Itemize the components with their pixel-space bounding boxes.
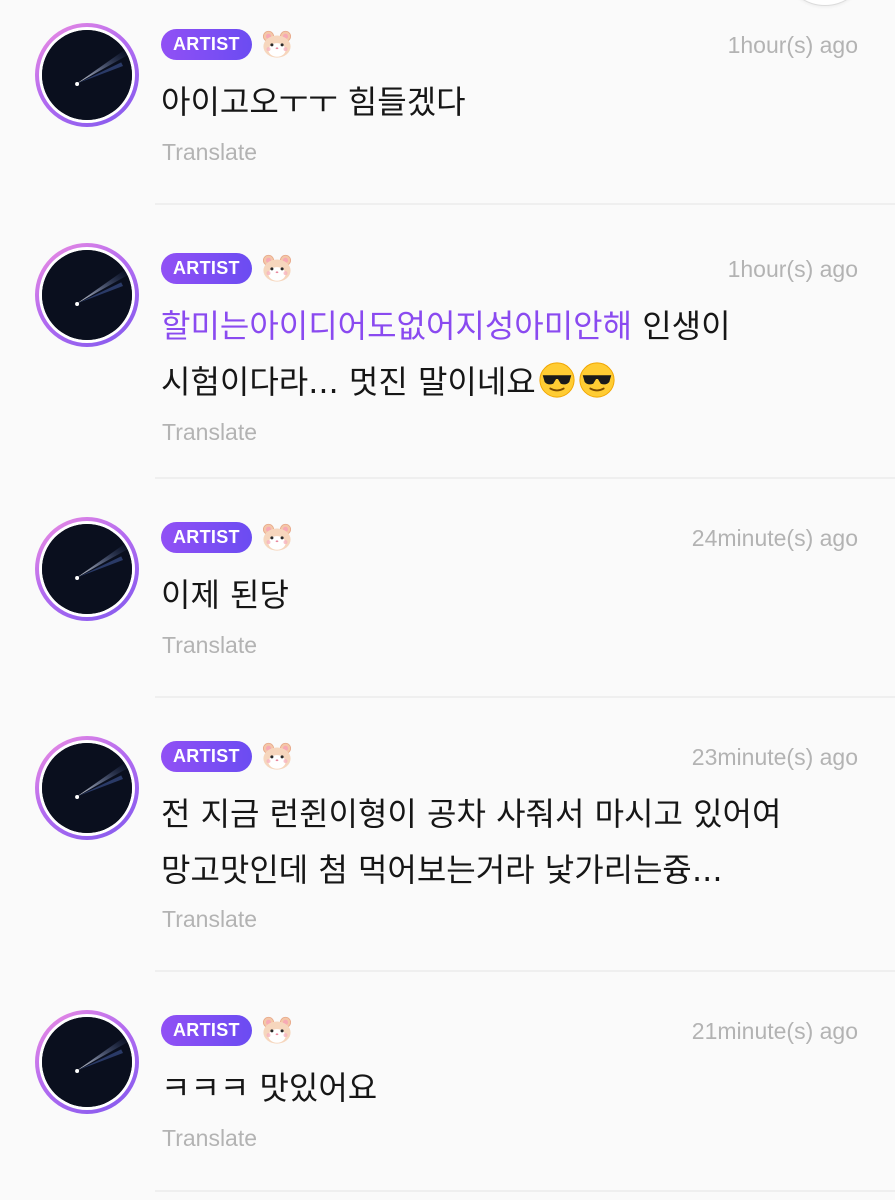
artist-badge: ARTIST	[161, 741, 252, 772]
translate-link[interactable]: Translate	[162, 137, 257, 167]
hamster-icon	[260, 739, 294, 773]
sunglasses-emoji-icon	[538, 361, 576, 399]
artist-badge: ARTIST	[161, 29, 252, 60]
comment-item: ARTIST 1hour(s) ago 아이고오ㅜㅜ 힘들겠다 Translat…	[0, 0, 895, 205]
comment-timestamp: 24minute(s) ago	[691, 525, 858, 551]
comment-header: ARTIST 1hour(s) ago	[161, 251, 858, 287]
avatar[interactable]	[35, 1010, 139, 1114]
comment-text: 전 지금 런쥔이형이 공차 사줘서 마시고 있어여 망고맛인데 첨 먹어보는거라…	[161, 795, 782, 889]
avatar-photo	[42, 30, 132, 120]
translate-link[interactable]: Translate	[162, 1123, 257, 1153]
comment-timestamp: 1hour(s) ago	[727, 32, 858, 58]
sunglasses-emoji-icon	[578, 361, 616, 399]
artist-badge: ARTIST	[161, 253, 252, 284]
avatar[interactable]	[35, 23, 139, 127]
user-mention[interactable]: 할미는아이디어도없어지성아미안해	[161, 307, 632, 345]
avatar[interactable]	[35, 517, 139, 621]
comment-text: 할미는아이디어도없어지성아미안해 인생이 시험이다라... 멋진 말이네요	[161, 307, 731, 401]
comment-text: 아이고오ㅜㅜ 힘들겠다	[161, 83, 466, 121]
avatar[interactable]	[35, 243, 139, 347]
divider	[155, 1190, 895, 1192]
artist-badge: ARTIST	[161, 522, 252, 553]
comment-text: 이제 된당	[161, 576, 289, 614]
hamster-icon	[260, 520, 294, 554]
translate-link[interactable]: Translate	[162, 630, 257, 660]
comment-header: ARTIST 21minute(s) ago	[161, 1013, 858, 1049]
comment-header: ARTIST 24minute(s) ago	[161, 520, 858, 556]
comment-item: ARTIST 21minute(s) ago ㅋㅋㅋ 맛있어요 Translat…	[0, 972, 895, 1192]
comment-header: ARTIST 1hour(s) ago	[161, 27, 858, 63]
translate-link[interactable]: Translate	[162, 904, 257, 934]
comment-item: ARTIST 23minute(s) ago 전 지금 런쥔이형이 공차 사줘서…	[0, 698, 895, 972]
avatar-photo	[42, 524, 132, 614]
comment-header: ARTIST 23minute(s) ago	[161, 739, 858, 775]
hamster-icon	[260, 27, 294, 61]
avatar-photo	[42, 250, 132, 340]
hamster-icon	[260, 1013, 294, 1047]
comment-timestamp: 23minute(s) ago	[691, 744, 858, 770]
avatar-photo	[42, 1017, 132, 1107]
translate-link[interactable]: Translate	[162, 417, 257, 447]
artist-badge: ARTIST	[161, 1015, 252, 1046]
comment-timestamp: 1hour(s) ago	[727, 256, 858, 282]
comment-text: ㅋㅋㅋ 맛있어요	[161, 1069, 378, 1107]
avatar-photo	[42, 743, 132, 833]
comment-timestamp: 21minute(s) ago	[691, 1018, 858, 1044]
comment-item: ARTIST 24minute(s) ago 이제 된당 Translate	[0, 479, 895, 698]
comment-item: ARTIST 1hour(s) ago 할미는아이디어도없어지성아미안해 인생이…	[0, 205, 895, 479]
hamster-icon	[260, 251, 294, 285]
avatar[interactable]	[35, 736, 139, 840]
